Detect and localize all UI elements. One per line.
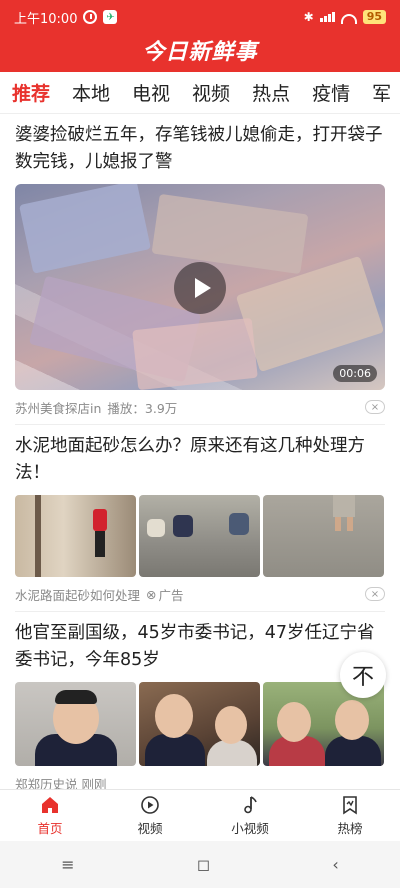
ad-item[interactable]: 水泥地面起砂怎么办？原来还有这几种处理方法！ 水泥路面起砂如何处理 ⊗ 广告 × — [0, 425, 400, 611]
music-note-icon — [244, 795, 257, 813]
article-image[interactable] — [139, 495, 260, 577]
signal-icon — [319, 12, 335, 22]
article-image[interactable] — [15, 682, 136, 766]
news-feed: 婆婆捡破烂五年，存笔钱被儿媳偷走，打开袋子数完钱，儿媳报了警 00:06 苏州美… — [0, 114, 400, 789]
menu-icon[interactable]: ≡ — [61, 855, 74, 874]
play-button[interactable] — [174, 262, 226, 314]
category-tabs: 推荐 本地 电视 视频 热点 疫情 军 — [0, 72, 400, 114]
ad-icon: ⊗ — [146, 586, 157, 602]
dismiss-button[interactable]: × — [365, 587, 385, 601]
nav-label: 视频 — [137, 820, 163, 836]
nav-home[interactable]: 首页 — [0, 790, 100, 841]
article-image[interactable] — [263, 495, 384, 577]
tab-recommend[interactable]: 推荐 — [0, 79, 61, 106]
play-count: 播放：3.9万 — [107, 400, 178, 416]
tab-video[interactable]: 视频 — [181, 79, 241, 106]
scroll-to-top-button[interactable]: 不 — [340, 652, 386, 698]
play-circle-icon — [141, 795, 159, 814]
app-title: 今日新鲜事 — [142, 40, 258, 65]
system-navigation-bar: ≡ ◻ ‹ — [0, 841, 400, 888]
video-thumbnail[interactable]: 00:06 — [15, 184, 385, 390]
hot-list-icon — [343, 795, 357, 814]
ad-badge: ⊗ 广告 — [146, 585, 184, 604]
tab-local[interactable]: 本地 — [61, 79, 121, 106]
back-icon[interactable]: ‹ — [332, 855, 338, 874]
status-time: 上午10:00 — [14, 11, 78, 27]
article-title[interactable]: 他官至副国级，45岁市委书记，47岁任辽宁省委书记，今年85岁 — [15, 612, 385, 674]
app-header: 上午10:00 ✈ ✱ 95 今日新鲜事 — [0, 0, 400, 72]
article-meta: 苏州美食探店in 播放：3.9万 × — [15, 390, 385, 424]
article-meta: 水泥路面起砂如何处理 ⊗ 广告 × — [15, 577, 385, 611]
nav-label: 热榜 — [337, 820, 363, 836]
status-bar: 上午10:00 ✈ ✱ 95 — [0, 0, 400, 34]
article-meta: 郑郑历史说 刚刚 — [15, 766, 385, 790]
article-title[interactable]: 水泥地面起砂怎么办？原来还有这几种处理方法！ — [15, 425, 385, 487]
home-icon — [42, 796, 58, 813]
nav-video[interactable]: 视频 — [100, 790, 200, 841]
app-notification-icon: ✈ — [103, 10, 118, 24]
wifi-icon — [340, 14, 357, 24]
home-square-icon[interactable]: ◻ — [197, 855, 210, 874]
nav-hot-list[interactable]: 热榜 — [300, 790, 400, 841]
article-source: 苏州美食探店in — [15, 400, 102, 416]
nav-label: 小视频 — [231, 820, 269, 836]
dismiss-button[interactable]: × — [365, 400, 385, 414]
bottom-navigation: 首页 视频 小视频 热榜 — [0, 789, 400, 841]
nav-short-video[interactable]: 小视频 — [200, 790, 300, 841]
video-duration: 00:06 — [333, 365, 377, 382]
article-source: 水泥路面起砂如何处理 — [15, 587, 141, 603]
article-image[interactable] — [139, 682, 260, 766]
article-item[interactable]: 他官至副国级，45岁市委书记，47岁任辽宁省委书记，今年85岁 郑郑历史说 刚刚 — [0, 612, 400, 789]
ad-label: 广告 — [158, 587, 184, 603]
image-row — [15, 495, 385, 577]
alarm-icon — [83, 10, 98, 24]
article-title[interactable]: 婆婆捡破烂五年，存笔钱被儿媳偷走，打开袋子数完钱，儿媳报了警 — [15, 114, 385, 176]
bluetooth-icon: ✱ — [303, 10, 314, 24]
image-row — [15, 682, 385, 766]
tab-hot[interactable]: 热点 — [241, 79, 301, 106]
article-source: 郑郑历史说 刚刚 — [15, 776, 107, 790]
tab-epidemic[interactable]: 疫情 — [301, 79, 361, 106]
nav-label: 首页 — [37, 820, 63, 836]
tab-military[interactable]: 军 — [361, 79, 400, 106]
tab-tv[interactable]: 电视 — [121, 79, 181, 106]
article-image[interactable] — [15, 495, 136, 577]
article-item[interactable]: 婆婆捡破烂五年，存笔钱被儿媳偷走，打开袋子数完钱，儿媳报了警 00:06 苏州美… — [0, 114, 400, 424]
battery-level: 95 — [362, 10, 386, 24]
